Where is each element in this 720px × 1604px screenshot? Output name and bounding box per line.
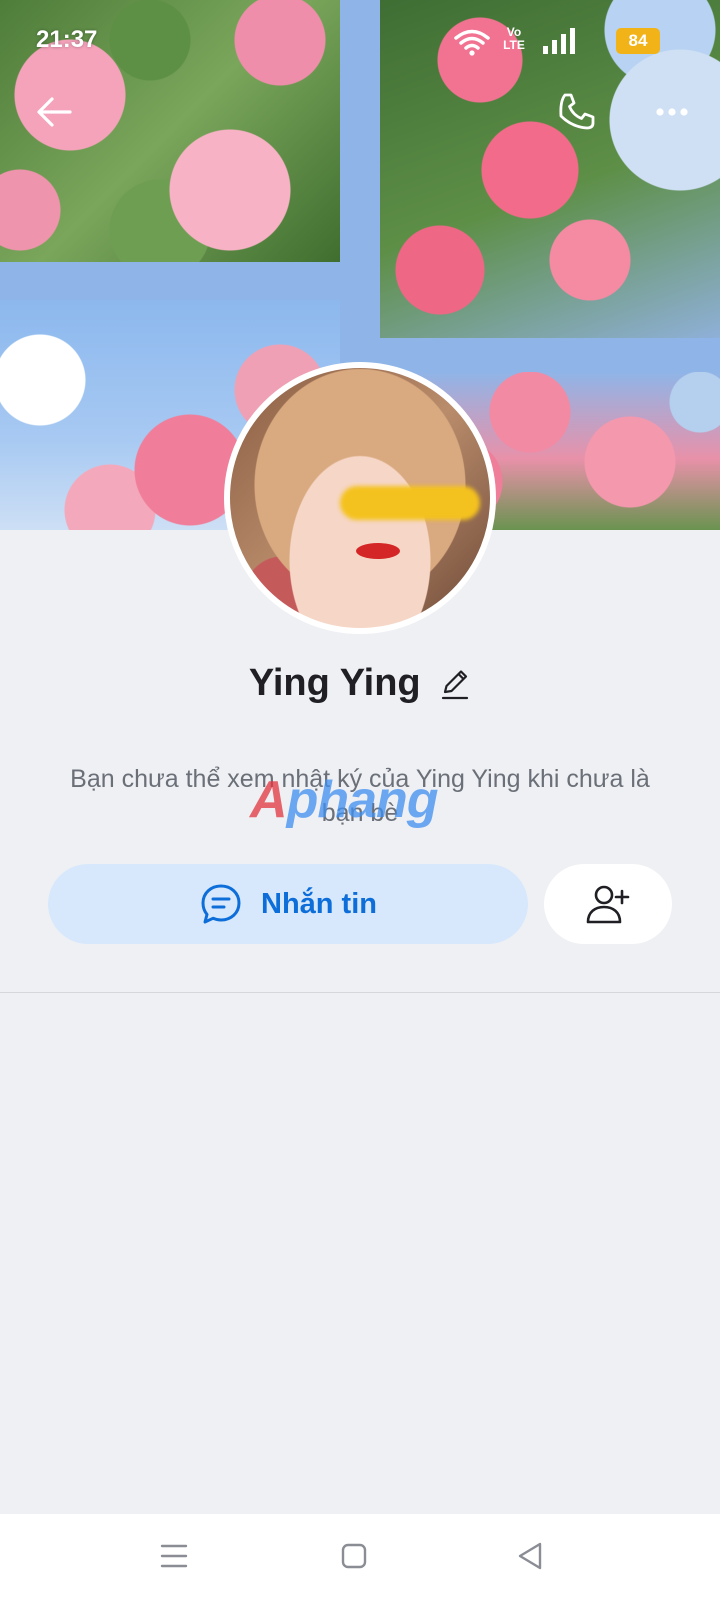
profile-name-row: Ying Ying bbox=[0, 662, 720, 712]
add-user-icon bbox=[586, 885, 630, 924]
watermark-first: A bbox=[250, 771, 288, 829]
profile-name: Ying Ying bbox=[248, 662, 421, 704]
message-button-label: Nhắn tin bbox=[261, 887, 377, 920]
wifi-icon bbox=[454, 29, 490, 56]
signal-icon bbox=[543, 28, 575, 54]
phone-icon bbox=[559, 93, 595, 130]
watermark-rest: phang bbox=[286, 771, 439, 829]
arrow-left-icon bbox=[37, 97, 72, 127]
status-bar: 21:37 Vo LTE 84 bbox=[0, 0, 720, 80]
watermark-logo: Aphang bbox=[250, 770, 480, 830]
edit-name-button[interactable] bbox=[439, 666, 471, 702]
menu-icon bbox=[160, 1544, 188, 1568]
call-button[interactable] bbox=[552, 88, 600, 136]
system-navigation-bar bbox=[0, 1514, 720, 1604]
avatar-detail bbox=[356, 543, 400, 559]
triangle-back-icon bbox=[518, 1542, 542, 1570]
more-horizontal-icon bbox=[656, 108, 688, 116]
status-time: 21:37 bbox=[36, 26, 98, 53]
message-button[interactable]: Nhắn tin bbox=[48, 864, 528, 944]
recent-apps-button[interactable] bbox=[154, 1536, 194, 1576]
section-divider bbox=[0, 992, 720, 993]
volte-label-bottom: LTE bbox=[503, 38, 525, 52]
more-button[interactable] bbox=[648, 88, 696, 136]
back-button[interactable] bbox=[30, 88, 78, 136]
face-blur-overlay bbox=[340, 486, 480, 520]
pencil-icon bbox=[441, 669, 469, 699]
volte-icon: Vo LTE bbox=[500, 26, 528, 52]
battery-icon: 84 bbox=[616, 28, 660, 54]
system-back-button[interactable] bbox=[510, 1536, 550, 1576]
add-friend-button[interactable] bbox=[544, 864, 672, 944]
home-button[interactable] bbox=[334, 1536, 374, 1576]
chat-bubble-icon bbox=[201, 884, 241, 924]
square-icon bbox=[341, 1543, 367, 1569]
avatar[interactable] bbox=[224, 362, 496, 634]
